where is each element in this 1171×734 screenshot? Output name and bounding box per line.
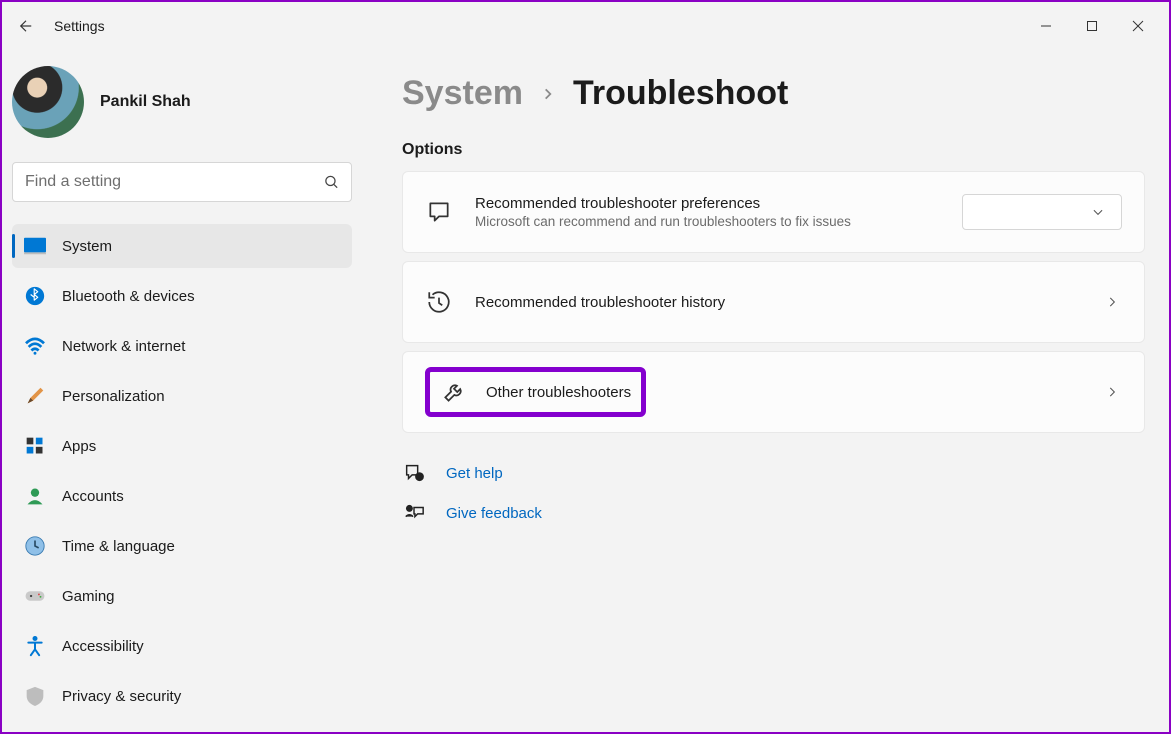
card-subtitle: Microsoft can recommend and run troubles… (475, 214, 940, 229)
sidebar-item-label: Privacy & security (62, 688, 181, 705)
sidebar-item-label: Network & internet (62, 338, 185, 355)
close-button[interactable] (1115, 10, 1161, 42)
sidebar-item-label: Bluetooth & devices (62, 288, 195, 305)
window-controls (1023, 10, 1161, 42)
close-icon (1132, 20, 1144, 32)
get-help-link[interactable]: ? Get help (402, 461, 1145, 485)
search-wrap (12, 162, 352, 202)
highlight-box: Other troubleshooters (425, 367, 646, 417)
main-content: System Troubleshoot Options Recommended … (362, 50, 1169, 732)
footer-link-text: Get help (446, 465, 503, 482)
profile-block[interactable]: Pankil Shah (12, 50, 352, 162)
maximize-button[interactable] (1069, 10, 1115, 42)
chat-bubble-icon (425, 198, 453, 226)
gamepad-icon (24, 585, 46, 607)
back-button[interactable] (10, 10, 42, 42)
accessibility-icon (24, 635, 46, 657)
shield-icon (24, 685, 46, 707)
sidebar-item-label: System (62, 238, 112, 255)
search-icon (323, 174, 340, 191)
footer-link-text: Give feedback (446, 505, 542, 522)
card-other-troubleshooters[interactable]: Other troubleshooters (402, 351, 1145, 433)
sidebar-item-accounts[interactable]: Accounts (12, 474, 352, 518)
card-recommended-preferences[interactable]: Recommended troubleshooter preferences M… (402, 171, 1145, 253)
chevron-right-icon (1102, 382, 1122, 402)
card-recommended-history[interactable]: Recommended troubleshooter history (402, 261, 1145, 343)
wifi-icon (24, 335, 46, 357)
footer-links: ? Get help Give feedback (402, 461, 1145, 525)
options-cards: Recommended troubleshooter preferences M… (402, 171, 1145, 433)
back-arrow-icon (17, 17, 35, 35)
app-title: Settings (54, 18, 105, 34)
search-input[interactable] (12, 162, 352, 202)
user-name: Pankil Shah (100, 93, 191, 111)
section-header: Options (402, 141, 1145, 159)
sidebar-item-privacy[interactable]: Privacy & security (12, 674, 352, 718)
sidebar-item-label: Apps (62, 438, 96, 455)
breadcrumb-current: Troubleshoot (573, 74, 788, 113)
nav-list: System Bluetooth & devices Network & int… (12, 224, 352, 718)
title-bar: Settings (2, 2, 1169, 50)
minimize-button[interactable] (1023, 10, 1069, 42)
brush-icon (24, 385, 46, 407)
chevron-right-icon (1102, 292, 1122, 312)
card-title: Other troubleshooters (486, 384, 631, 401)
breadcrumb-parent[interactable]: System (402, 74, 523, 113)
person-icon (24, 485, 46, 507)
sidebar-item-label: Accounts (62, 488, 124, 505)
feedback-icon (402, 501, 426, 525)
card-title: Recommended troubleshooter history (475, 294, 1080, 311)
sidebar-item-label: Accessibility (62, 638, 144, 655)
apps-icon (24, 435, 46, 457)
sidebar: Pankil Shah System Bluetooth & devices (2, 50, 362, 732)
sidebar-item-personalization[interactable]: Personalization (12, 374, 352, 418)
sidebar-item-bluetooth[interactable]: Bluetooth & devices (12, 274, 352, 318)
sidebar-item-apps[interactable]: Apps (12, 424, 352, 468)
sidebar-item-label: Time & language (62, 538, 175, 555)
clock-globe-icon (24, 535, 46, 557)
sidebar-item-time-language[interactable]: Time & language (12, 524, 352, 568)
bluetooth-icon (24, 285, 46, 307)
svg-text:?: ? (418, 475, 421, 481)
sidebar-item-system[interactable]: System (12, 224, 352, 268)
sidebar-item-accessibility[interactable]: Accessibility (12, 624, 352, 668)
minimize-icon (1040, 20, 1052, 32)
card-title: Recommended troubleshooter preferences (475, 195, 940, 212)
chevron-right-icon (541, 86, 555, 102)
sidebar-item-label: Personalization (62, 388, 165, 405)
system-icon (24, 235, 46, 257)
give-feedback-link[interactable]: Give feedback (402, 501, 1145, 525)
avatar (12, 66, 84, 138)
chevron-down-icon (1091, 205, 1105, 219)
preferences-dropdown[interactable] (962, 194, 1122, 230)
history-icon (425, 288, 453, 316)
breadcrumb: System Troubleshoot (402, 74, 1145, 113)
help-icon: ? (402, 461, 426, 485)
maximize-icon (1086, 20, 1098, 32)
sidebar-item-gaming[interactable]: Gaming (12, 574, 352, 618)
wrench-icon (440, 378, 468, 406)
sidebar-item-network[interactable]: Network & internet (12, 324, 352, 368)
sidebar-item-label: Gaming (62, 588, 115, 605)
